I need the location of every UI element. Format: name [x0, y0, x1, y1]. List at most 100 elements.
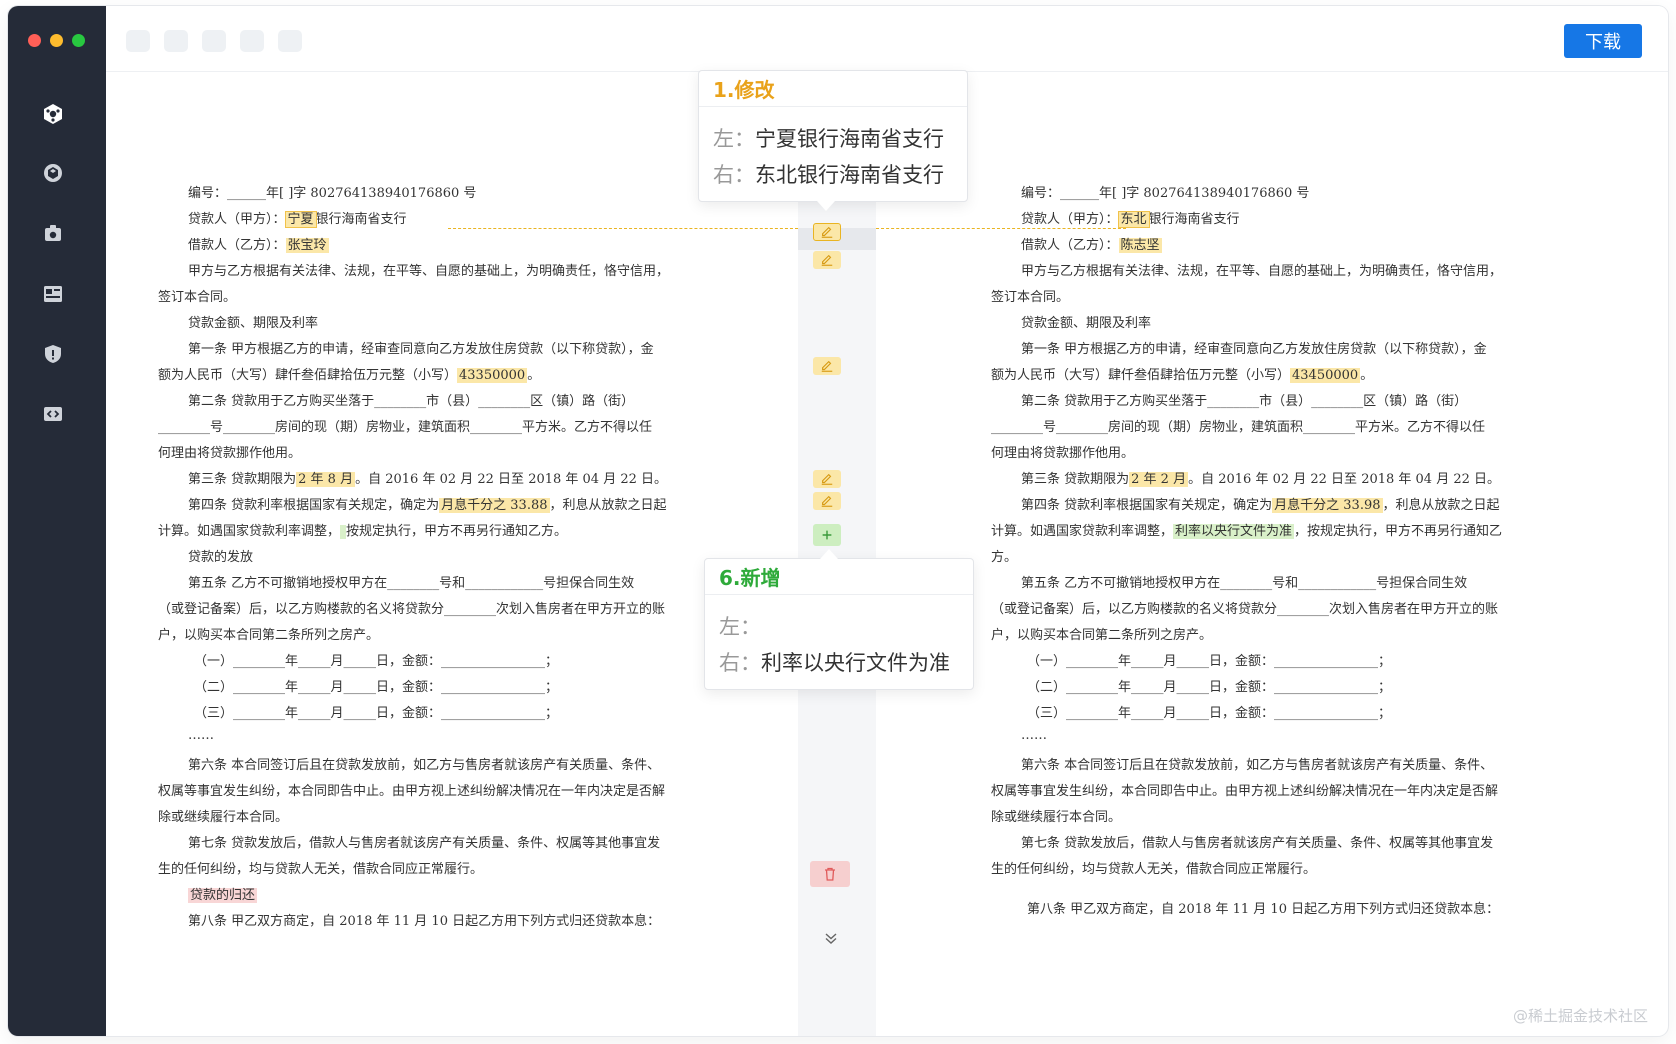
edit-icon	[821, 254, 833, 266]
doc-line: 第六条 本合同签订后且在贷款发放前，如乙方与售房者就该房产有关质量、条件、	[188, 758, 661, 773]
toolbar-button-5[interactable]	[278, 30, 302, 52]
delete-marker[interactable]	[810, 861, 850, 887]
diff-popup-add: 6.新增 左： 右：利率以央行文件为准	[704, 549, 974, 690]
edit-icon	[821, 226, 833, 238]
scroll-down-icon[interactable]	[823, 930, 839, 946]
camera-icon[interactable]	[41, 221, 65, 245]
modify-marker[interactable]	[813, 470, 841, 488]
layout-icon[interactable]	[41, 282, 65, 306]
diff-modify-highlight[interactable]: 张宝玲	[285, 238, 329, 253]
doc-line: ……	[1021, 728, 1047, 743]
doc-line: 第六条 本合同签订后且在贷款发放前，如乙方与售房者就该房产有关质量、条件、	[1021, 758, 1494, 773]
shield-icon[interactable]	[41, 342, 65, 366]
popup-title: 6.新增	[705, 559, 973, 595]
doc-line: （三）________年_____月_____日，金额：____________…	[194, 706, 559, 721]
edit-icon	[821, 473, 833, 485]
diff-modify-highlight[interactable]: 东北	[1117, 211, 1150, 228]
diff-modify-highlight[interactable]: 月息千分之 33.88	[439, 498, 550, 513]
doc-line: 生的任何纠纷，均与贷款人无关，借款合同应正常履行。	[991, 862, 1317, 877]
logo-icon[interactable]	[41, 102, 65, 126]
popup-pointer	[820, 549, 838, 559]
doc-line: 计算。如遇国家贷款利率调整， 利率以央行文件为准 ，按规定执行，甲方不再另行通知乙	[991, 524, 1503, 539]
doc-line: ________号________房间的现（期）房物业，建筑面积________…	[991, 420, 1486, 435]
diff-modify-highlight[interactable]: 月息千分之 33.98	[1272, 498, 1383, 513]
doc-line: 方。	[991, 550, 1018, 565]
diff-modify-highlight[interactable]: 陈志坚	[1118, 238, 1162, 253]
diff-modify-highlight[interactable]: 2 年 8 月	[296, 472, 356, 487]
toolbar-button-2[interactable]	[164, 30, 188, 52]
toolbar-button-1[interactable]	[126, 30, 150, 52]
doc-line: 第一条 甲方根据乙方的申请，经审查同意向乙方发放住房贷款（以下称贷款），金	[188, 342, 654, 357]
doc-line: 签订本合同。	[158, 290, 237, 305]
right-document: 编号：______年[ ]字 802764138940176860 号 贷款人（…	[991, 176, 1651, 956]
doc-line: （一）________年_____月_____日，金额：____________…	[1027, 654, 1392, 669]
doc-line: 签订本合同。	[991, 290, 1070, 305]
window-controls	[28, 34, 85, 47]
diff-modify-highlight[interactable]: 2 年 2 月	[1129, 472, 1189, 487]
doc-line: 权属等事宜发生纠纷，本合同即告中止。由甲方视上述纠纷解决情况在一年内决定是否解	[158, 784, 666, 799]
download-button[interactable]: 下载	[1564, 24, 1642, 58]
doc-line: 借款人（乙方）： 张宝玲	[188, 238, 329, 253]
popup-pointer	[817, 201, 835, 211]
doc-line: （或登记备案）后，以乙方购楼款的名义将贷款分________次划入售房者在甲方开…	[158, 602, 666, 617]
doc-line: 除或继续履行本合同。	[991, 810, 1122, 825]
diff-modify-highlight[interactable]: 宁夏	[284, 211, 317, 228]
doc-line: ……	[188, 728, 214, 743]
doc-line: 额为人民币（大写）肆仟叁佰肆拾伍万元整（小写） 43450000。	[991, 368, 1374, 383]
doc-line: （或登记备案）后，以乙方购楼款的名义将贷款分________次划入售房者在甲方开…	[991, 602, 1499, 617]
doc-line: 户，以购买本合同第二条所列之房产。	[158, 628, 380, 643]
doc-line: 第四条 贷款利率根据国家有关规定，确定为 月息千分之 33.88 ，利息从放款之日起	[188, 498, 667, 513]
modify-marker[interactable]	[813, 251, 841, 269]
modify-marker[interactable]	[813, 492, 841, 510]
doc-line: 贷款人（甲方）： 宁夏 银行海南省支行	[188, 211, 407, 228]
maximize-window-button[interactable]	[72, 34, 85, 47]
minimize-window-button[interactable]	[50, 34, 63, 47]
diff-modify-highlight[interactable]: 43350000	[457, 368, 528, 383]
edit-icon	[821, 495, 833, 507]
diff-popup-modify: 1.修改 左：宁夏银行海南省支行 右：东北银行海南省支行	[698, 70, 968, 211]
sidebar	[8, 6, 106, 1036]
doc-line: 第五条 乙方不可撤销地授权甲方在________号和____________号担…	[188, 576, 635, 591]
doc-line: 第五条 乙方不可撤销地授权甲方在________号和____________号担…	[1021, 576, 1468, 591]
code-box-icon[interactable]	[41, 402, 65, 426]
doc-line: 贷款金额、期限及利率	[188, 316, 319, 331]
close-window-button[interactable]	[28, 34, 41, 47]
doc-line: 生的任何纠纷，均与贷款人无关，借款合同应正常履行。	[158, 862, 484, 877]
connector-line	[876, 228, 1126, 229]
toolbar: 下载	[106, 6, 1668, 72]
doc-line: 第四条 贷款利率根据国家有关规定，确定为 月息千分之 33.98 ，利息从放款之日起	[1021, 498, 1500, 513]
doc-line: 贷款的归还	[188, 884, 258, 903]
cube-icon[interactable]	[41, 161, 65, 185]
modify-marker[interactable]	[813, 223, 841, 241]
trash-icon	[825, 867, 835, 881]
doc-line: 何理由将贷款挪作他用。	[991, 446, 1135, 461]
left-document: 编号：______年[ ]字 802764138940176860 号 贷款人（…	[158, 176, 778, 956]
doc-line: 编号：______年[ ]字 802764138940176860 号	[188, 186, 477, 201]
doc-line: 何理由将贷款挪作他用。	[158, 446, 302, 461]
popup-right-row: 右：东北银行海南省支行	[713, 163, 944, 187]
toolbar-button-3[interactable]	[202, 30, 226, 52]
doc-line: 第七条 贷款发放后，借款人与售房者就该房产有关质量、条件、权属等其他事宜发	[1021, 836, 1494, 851]
doc-line: 第八条 甲乙双方商定，自 2018 年 11 月 10 日起乙方用下列方式归还贷…	[1027, 902, 1500, 917]
modify-marker[interactable]	[813, 357, 841, 375]
diff-add-highlight[interactable]: 利率以央行文件为准	[1173, 524, 1295, 539]
diff-delete-highlight[interactable]: 贷款的归还	[188, 888, 258, 903]
add-marker[interactable]	[813, 524, 841, 546]
doc-line: 除或继续履行本合同。	[158, 810, 289, 825]
doc-line: 贷款金额、期限及利率	[1021, 316, 1152, 331]
doc-line: 贷款人（甲方）： 东北 银行海南省支行	[1021, 211, 1240, 228]
doc-line: 第二条 贷款用于乙方购买坐落于________市（县）________区（镇）路…	[188, 394, 635, 409]
popup-right-row: 右：利率以央行文件为准	[719, 651, 950, 675]
doc-line: 第三条 贷款期限为 2 年 8 月。自 2016 年 02 月 22 日至 201…	[188, 472, 668, 487]
popup-title: 1.修改	[699, 71, 967, 107]
toolbar-button-4[interactable]	[240, 30, 264, 52]
doc-line: 第三条 贷款期限为 2 年 2 月。自 2016 年 02 月 22 日至 201…	[1021, 472, 1501, 487]
popup-left-row: 左：宁夏银行海南省支行	[713, 127, 944, 151]
doc-line: 贷款的发放	[188, 550, 254, 565]
doc-line: 甲方与乙方根据有关法律、法规，在平等、自愿的基础上，为明确责任，恪守信用，	[188, 264, 670, 279]
diff-modify-highlight[interactable]: 43450000	[1290, 368, 1361, 383]
watermark: @稀土掘金技术社区	[1512, 1007, 1648, 1025]
doc-line: 权属等事宜发生纠纷，本合同即告中止。由甲方视上述纠纷解决情况在一年内决定是否解	[991, 784, 1499, 799]
doc-line: （三）________年_____月_____日，金额：____________…	[1027, 706, 1392, 721]
doc-line: （二）________年_____月_____日，金额：____________…	[1027, 680, 1392, 695]
